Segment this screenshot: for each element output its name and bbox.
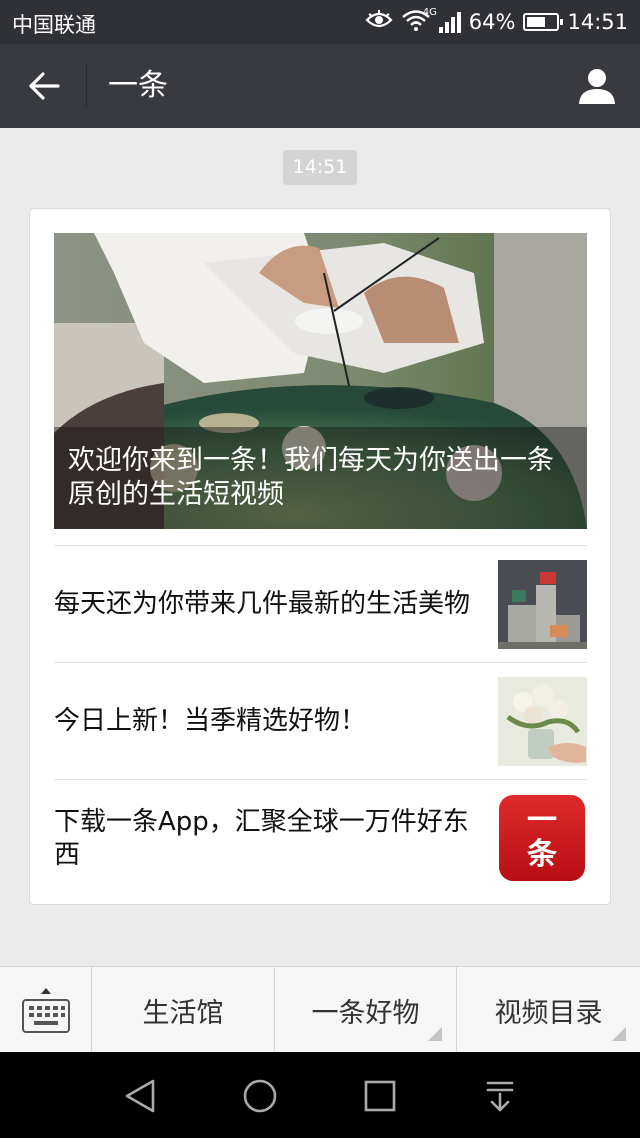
article-item-title: 每天还为你带来几件最新的生活美物	[54, 589, 471, 619]
system-nav-bar	[0, 1052, 640, 1138]
article-item[interactable]: 今日上新！当季精选好物！	[54, 662, 587, 779]
battery-icon	[523, 13, 564, 31]
article-item-title: 下载一条App，汇聚全球一万件好东西	[54, 806, 469, 870]
person-icon	[579, 69, 615, 104]
menu-item-label: 一条好物	[311, 997, 420, 1029]
menu-item-life-hall[interactable]: 生活馆	[92, 967, 275, 1053]
eye-icon	[365, 9, 393, 35]
chat-title: 一条	[108, 68, 168, 103]
menu-item-goods[interactable]: 一条好物	[275, 967, 457, 1053]
title-divider	[86, 64, 87, 108]
nav-home-button[interactable]	[238, 1074, 282, 1118]
title-bar: 一条	[0, 44, 640, 128]
article-card: 欢迎你来到一条！我们每天为你送出一条原创的生活短视频 每天还为你带来几件最新的生…	[29, 208, 611, 905]
notification-down-icon	[486, 1081, 514, 1112]
keyboard-toggle-button[interactable]	[0, 967, 92, 1053]
submenu-indicator-icon	[428, 1027, 442, 1041]
menu-item-label: 视频目录	[494, 997, 603, 1029]
clock: 14:51	[567, 10, 628, 34]
bottom-menu: 生活馆 一条好物 视频目录	[0, 966, 640, 1053]
back-button[interactable]	[22, 66, 66, 106]
nav-recents-button[interactable]	[358, 1074, 402, 1118]
app-logo: 一条	[499, 795, 585, 881]
hero-caption: 欢迎你来到一条！我们每天为你送出一条原创的生活短视频	[54, 427, 587, 529]
article-item-title: 今日上新！当季精选好物！	[54, 706, 367, 736]
battery-percent: 64%	[468, 10, 516, 34]
status-icons: 4G 64% 14:51	[365, 0, 628, 44]
status-bar: 中国联通 4G 64% 14:51	[0, 0, 640, 44]
recents-square-icon	[364, 1080, 396, 1112]
keyboard-icon	[21, 988, 70, 1033]
nav-notification-button[interactable]	[478, 1074, 522, 1118]
message-timestamp: 14:51	[283, 150, 357, 185]
article-item[interactable]: 每天还为你带来几件最新的生活美物	[54, 545, 587, 662]
nav-back-button[interactable]	[118, 1074, 162, 1118]
carrier-label: 中国联通	[12, 13, 96, 37]
article-item[interactable]: 下载一条App，汇聚全球一万件好东西 一条	[54, 779, 587, 896]
back-triangle-icon	[125, 1079, 155, 1113]
home-circle-icon	[243, 1079, 277, 1113]
arrow-left-icon	[29, 72, 60, 100]
menu-item-video-index[interactable]: 视频目录	[457, 967, 640, 1053]
article-item-thumbnail	[498, 560, 587, 649]
menu-item-label: 生活馆	[142, 997, 224, 1029]
submenu-indicator-icon	[612, 1027, 626, 1041]
network-type-label: 4G	[422, 7, 437, 18]
signal-icon: 4G	[423, 7, 461, 33]
article-item-thumbnail	[498, 677, 587, 766]
hero-article[interactable]: 欢迎你来到一条！我们每天为你送出一条原创的生活短视频	[54, 233, 587, 529]
profile-button[interactable]	[576, 64, 618, 108]
